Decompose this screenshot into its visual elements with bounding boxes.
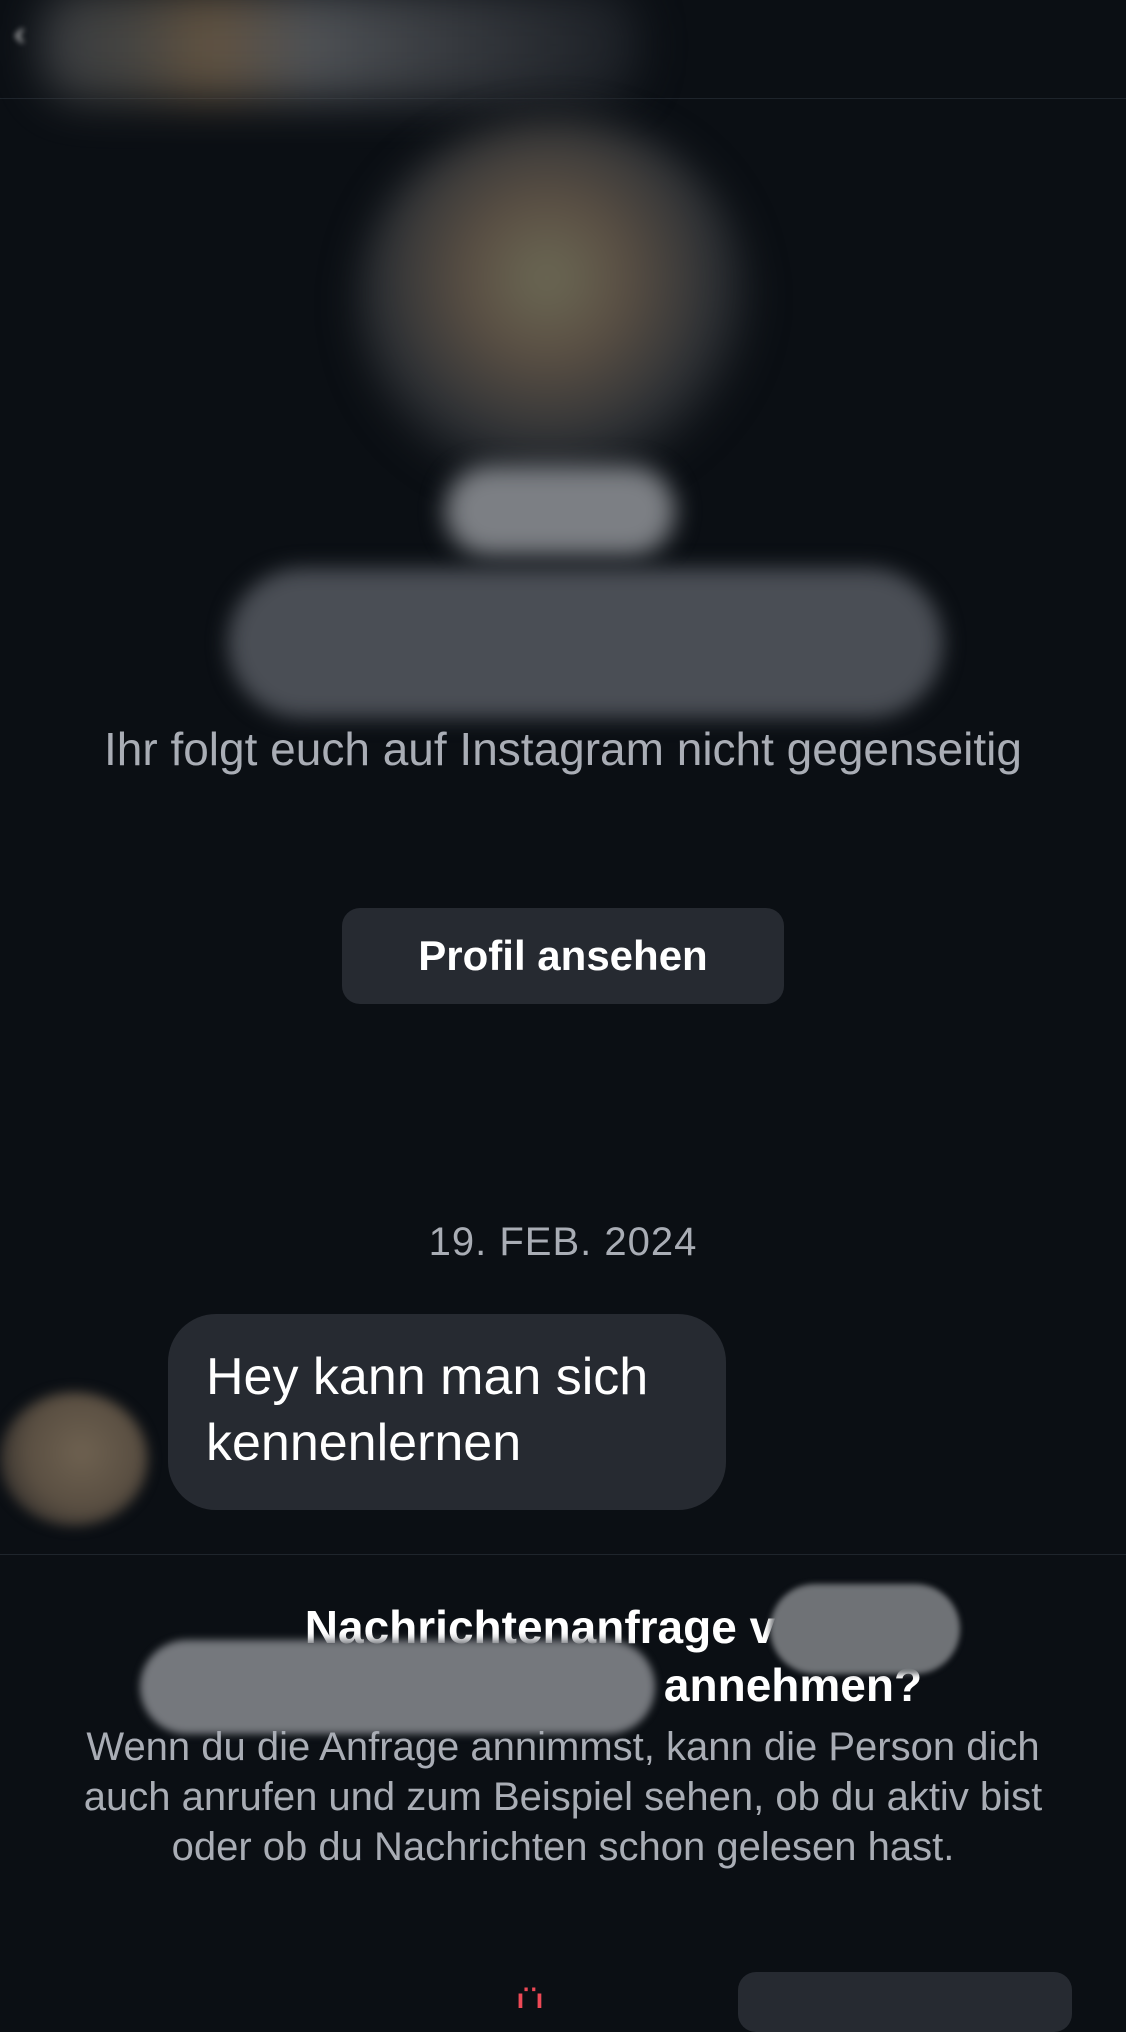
request-description: Wenn du die Anfrage annimmst, kann die P… <box>83 1725 1043 1869</box>
date-separator: 19. FEB. 2024 <box>428 1220 698 1264</box>
chat-header: ‹ <box>0 0 1126 100</box>
request-title: Nachrichtenanfrage vor annehmen? <box>0 1584 1126 1734</box>
block-button[interactable]: Ü <box>460 1978 600 2008</box>
redacted-username <box>770 1584 960 1674</box>
redacted-profile-name <box>445 466 675 556</box>
redacted-username <box>140 1640 655 1734</box>
sender-avatar[interactable] <box>0 1392 148 1526</box>
profile-summary <box>0 98 1126 718</box>
divider <box>0 1554 1126 1555</box>
accept-button[interactable] <box>738 1972 1072 2032</box>
message-bubble[interactable]: Hey kann man sich kennenlernen <box>168 1314 726 1510</box>
redacted-header-info <box>40 0 640 100</box>
profile-avatar[interactable] <box>355 118 755 498</box>
view-profile-button[interactable]: Profil ansehen <box>342 908 784 1004</box>
follow-status-text: Ihr folgt euch auf Instagram nicht gegen… <box>103 723 1022 775</box>
redacted-profile-details <box>228 568 943 718</box>
message-text: Hey kann man sich kennenlernen <box>206 1348 649 1472</box>
